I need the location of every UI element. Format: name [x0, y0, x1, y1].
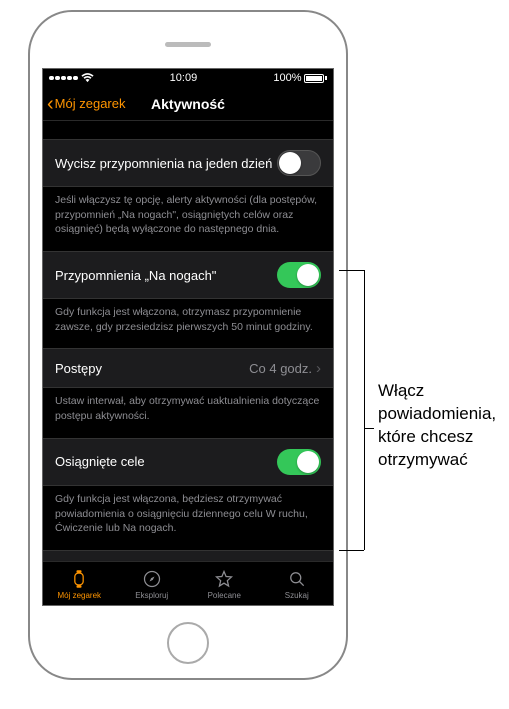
progress-footer: Ustaw interwał, aby otrzymywać uaktualni…: [43, 388, 333, 437]
status-bar: 10:09 100%: [43, 69, 333, 87]
goal-completions-cell[interactable]: Osiągnięte cele: [43, 438, 333, 486]
callout-annotation: Włącz powiadomienia, które chcesz otrzym…: [378, 380, 503, 472]
tab-explore-label: Eksploruj: [135, 591, 168, 600]
home-button[interactable]: [167, 622, 209, 664]
star-icon: [213, 568, 235, 590]
battery-icon: [304, 74, 327, 83]
tab-featured[interactable]: Polecane: [188, 562, 261, 605]
phone-speaker: [165, 42, 211, 47]
progress-label: Postępy: [55, 361, 249, 376]
status-time: 10:09: [170, 72, 198, 84]
callout-bracket: [339, 270, 364, 271]
tab-featured-label: Polecane: [208, 591, 241, 600]
back-label: Mój zegarek: [55, 96, 126, 111]
callout-bracket: [339, 550, 364, 551]
back-button[interactable]: ‹ Mój zegarek: [43, 94, 125, 114]
progress-cell[interactable]: Postępy Co 4 godz. ›: [43, 348, 333, 388]
goal-completions-label: Osiągnięte cele: [55, 454, 277, 469]
settings-content[interactable]: Wycisz przypomnienia na jeden dzień Jeśl…: [43, 121, 333, 561]
page-title: Aktywność: [151, 96, 225, 112]
stand-reminders-switch[interactable]: [277, 262, 321, 288]
goal-completions-switch[interactable]: [277, 449, 321, 475]
tab-search-label: Szukaj: [285, 591, 309, 600]
tab-my-watch[interactable]: Mój zegarek: [43, 562, 116, 605]
callout-bracket: [364, 270, 365, 550]
mute-reminders-label: Wycisz przypomnienia na jeden dzień: [55, 156, 277, 171]
tab-my-watch-label: Mój zegarek: [57, 591, 101, 600]
callout-bracket: [364, 428, 374, 429]
signal-dots-icon: [49, 76, 78, 81]
mute-reminders-switch[interactable]: [277, 150, 321, 176]
goal-completions-footer: Gdy funkcja jest włączona, będziesz otrz…: [43, 486, 333, 550]
stand-reminders-label: Przypomnienia „Na nogach": [55, 268, 277, 283]
watch-icon: [68, 568, 90, 590]
navigation-bar: ‹ Mój zegarek Aktywność: [43, 87, 333, 121]
phone-frame: 10:09 100% ‹ Mój zegarek Aktywność Wycis…: [28, 10, 348, 680]
chevron-left-icon: ‹: [47, 94, 54, 114]
tab-explore[interactable]: Eksploruj: [116, 562, 189, 605]
progress-value: Co 4 godz.: [249, 361, 312, 376]
chevron-right-icon: ›: [316, 360, 321, 377]
compass-icon: [141, 568, 163, 590]
achievements-cell[interactable]: Osiągnięcia: [43, 550, 333, 561]
tab-bar: Mój zegarek Eksploruj Polecane Szukaj: [43, 561, 333, 605]
battery-percent: 100%: [273, 72, 301, 84]
tab-search[interactable]: Szukaj: [261, 562, 334, 605]
stand-reminders-footer: Gdy funkcja jest włączona, otrzymasz prz…: [43, 299, 333, 348]
mute-reminders-footer: Jeśli włączysz tę opcję, alerty aktywnoś…: [43, 187, 333, 251]
search-icon: [286, 568, 308, 590]
screen: 10:09 100% ‹ Mój zegarek Aktywność Wycis…: [42, 68, 334, 606]
mute-reminders-cell[interactable]: Wycisz przypomnienia na jeden dzień: [43, 139, 333, 187]
wifi-icon: [81, 73, 94, 83]
stand-reminders-cell[interactable]: Przypomnienia „Na nogach": [43, 251, 333, 299]
